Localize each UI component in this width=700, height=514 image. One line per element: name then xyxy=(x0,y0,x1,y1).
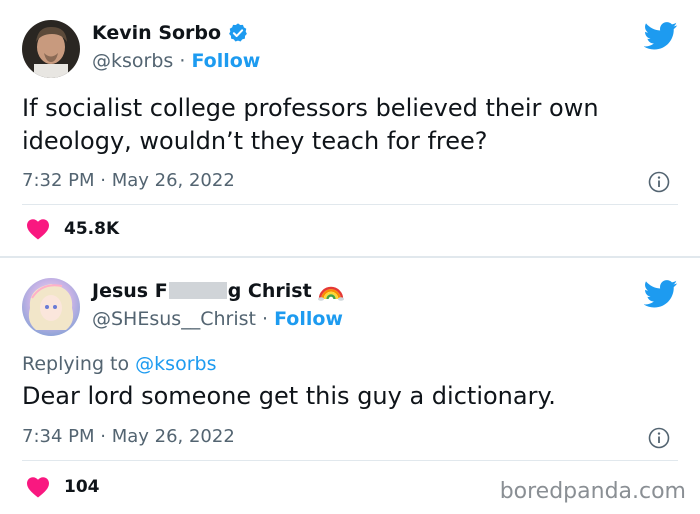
follow-button[interactable]: Follow xyxy=(191,50,260,72)
avatar[interactable] xyxy=(22,20,80,78)
tweet-text: If socialist college professors believed… xyxy=(22,92,599,158)
likes-row[interactable]: 45.8K xyxy=(26,218,119,240)
tweet-text-line: ideology, wouldn’t they teach for free? xyxy=(22,127,488,155)
author-name-part: Jesus F xyxy=(92,280,168,302)
handle-row: @ksorbs · Follow xyxy=(92,50,260,72)
author-name[interactable]: Jesus F g Christ xyxy=(92,280,312,302)
author-name-row: Jesus F g Christ xyxy=(92,280,344,302)
avatar[interactable] xyxy=(22,278,80,336)
tweet-text: Dear lord someone get this guy a diction… xyxy=(22,382,556,410)
replying-prefix: Replying to xyxy=(22,353,130,375)
separator: · xyxy=(179,50,186,72)
tweet-kevin-sorbo: Kevin Sorbo @ksorbs · Follow If socialis… xyxy=(0,0,700,256)
divider xyxy=(22,204,678,205)
info-icon[interactable] xyxy=(648,171,670,193)
replying-to: Replying to @ksorbs xyxy=(22,353,216,375)
rainbow-emoji-icon xyxy=(317,286,344,301)
censor-blur xyxy=(168,282,227,299)
author-name-row: Kevin Sorbo xyxy=(92,22,249,44)
tweet-text-line: If socialist college professors believed… xyxy=(22,94,599,122)
separator: · xyxy=(262,308,269,330)
info-icon[interactable] xyxy=(648,427,670,449)
watermark: boredpanda.com xyxy=(499,479,686,504)
twitter-bird-icon[interactable] xyxy=(644,280,678,308)
author-handle[interactable]: @SHEsus__Christ xyxy=(92,308,256,330)
author-name[interactable]: Kevin Sorbo xyxy=(92,22,221,44)
twitter-bird-icon[interactable] xyxy=(644,22,678,50)
likes-count: 104 xyxy=(64,477,100,497)
heart-icon[interactable] xyxy=(26,218,50,240)
replying-mention-link[interactable]: @ksorbs xyxy=(135,353,216,375)
author-name-part: g Christ xyxy=(227,280,312,302)
likes-count: 45.8K xyxy=(64,219,120,239)
tweet-reply: Jesus F g Christ @SHEsus__Christ · Follow… xyxy=(0,258,700,514)
timestamp[interactable]: 7:34 PM · May 26, 2022 xyxy=(22,426,235,447)
heart-icon[interactable] xyxy=(26,476,50,498)
author-handle[interactable]: @ksorbs xyxy=(92,50,173,72)
verified-badge-icon xyxy=(229,23,247,42)
timestamp[interactable]: 7:32 PM · May 26, 2022 xyxy=(22,170,235,191)
likes-row[interactable]: 104 xyxy=(26,476,100,498)
handle-row: @SHEsus__Christ · Follow xyxy=(92,308,343,330)
divider xyxy=(22,460,678,461)
follow-button[interactable]: Follow xyxy=(274,308,343,330)
